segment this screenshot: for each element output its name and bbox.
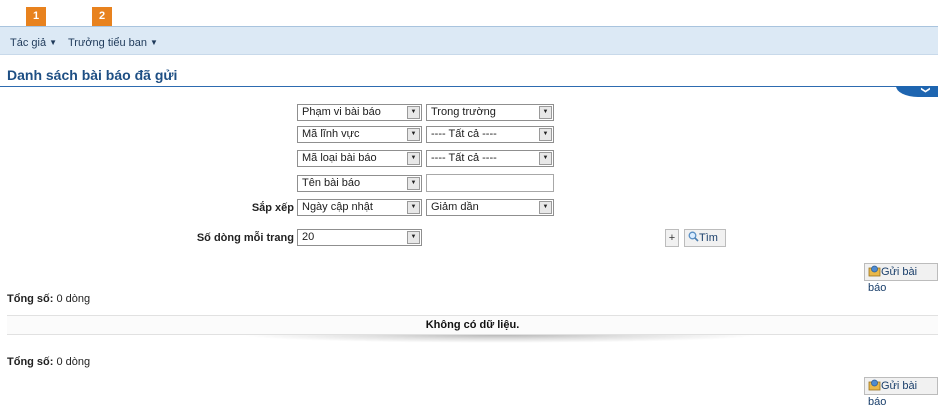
menu-truong-tieu-ban-label: Trưởng tiểu ban (68, 37, 147, 49)
total-label: Tổng số: (7, 293, 54, 305)
plus-icon: + (668, 232, 676, 244)
type-code-select[interactable]: Mã loại bài báo ▼ (297, 150, 422, 167)
page-title: Danh sách bài báo đã gửi (7, 67, 178, 83)
total-value: 0 dòng (56, 356, 91, 368)
add-button[interactable]: + (665, 229, 679, 247)
scope-field-select[interactable]: Phạm vi bài báo ▼ (297, 104, 422, 121)
submit-article-icon (868, 379, 881, 391)
empty-results-row: Không có dữ liệu. (7, 315, 938, 335)
field-code-select[interactable]: Mã lĩnh vực ▼ (297, 126, 422, 143)
chevron-down-icon: ▼ (49, 38, 57, 47)
step-badge-2: 2 (92, 7, 112, 26)
rows-per-page-label: Số dòng mỗi trang (196, 232, 294, 244)
sort-by-value: Ngày cập nhật (302, 201, 373, 213)
search-button[interactable]: Tìm (684, 229, 726, 247)
submit-article-button-top[interactable]: Gửi bài báo (864, 263, 938, 294)
dropdown-arrow-icon: ▼ (407, 106, 420, 119)
type-value-select[interactable]: ---- Tất cả ---- ▼ (426, 150, 554, 167)
title-divider (0, 86, 938, 87)
name-field-label: Tên bài báo (302, 177, 361, 189)
rows-per-page-select[interactable]: 20 ▼ (297, 229, 422, 246)
type-value-text: ---- Tất cả ---- (431, 152, 497, 164)
dropdown-arrow-icon: ▼ (539, 106, 552, 119)
chevron-down-icon: ▼ (150, 38, 158, 47)
field-value-text: ---- Tất cả ---- (431, 128, 497, 140)
table-shadow (240, 335, 760, 343)
scope-field-value: Phạm vi bài báo (302, 106, 381, 118)
sort-order-select[interactable]: Giảm dần ▼ (426, 199, 554, 216)
field-value-select[interactable]: ---- Tất cả ---- ▼ (426, 126, 554, 143)
search-button-label: Tìm (699, 232, 718, 244)
dropdown-arrow-icon: ▼ (407, 231, 420, 244)
menu-truong-tieu-ban[interactable]: Trưởng tiểu ban ▼ (68, 37, 158, 49)
sort-label: Sắp xếp (251, 202, 294, 214)
dropdown-arrow-icon: ▼ (407, 177, 420, 190)
total-count-bottom: Tổng số: 0 dòng (7, 356, 90, 368)
total-label: Tổng số: (7, 356, 54, 368)
scope-value-select[interactable]: Trong trường ▼ (426, 104, 554, 121)
search-icon (688, 231, 699, 242)
empty-message: Không có dữ liệu. (425, 319, 520, 331)
step-badge-1: 1 (26, 7, 46, 26)
rows-per-page-value: 20 (302, 231, 315, 243)
type-code-label: Mã loại bài báo (302, 152, 377, 164)
submit-article-icon (868, 265, 881, 277)
field-code-label: Mã lĩnh vực (302, 128, 360, 140)
submit-article-button-bottom[interactable]: Gửi bài báo (864, 377, 938, 408)
dropdown-arrow-icon: ▼ (407, 128, 420, 141)
dropdown-arrow-icon: ▼ (407, 152, 420, 165)
dropdown-arrow-icon: ▼ (539, 128, 552, 141)
menu-tac-gia[interactable]: Tác giả ▼ (10, 37, 57, 49)
sort-by-select[interactable]: Ngày cập nhật ▼ (297, 199, 422, 216)
total-count-top: Tổng số: 0 dòng (7, 293, 90, 305)
collapse-toggle[interactable]: ❯ (896, 86, 938, 97)
dropdown-arrow-icon: ▼ (539, 152, 552, 165)
sort-order-value: Giảm dần (431, 201, 479, 213)
chevron-down-icon: ❯ (920, 86, 931, 94)
dropdown-arrow-icon: ▼ (407, 201, 420, 214)
name-field-select[interactable]: Tên bài báo ▼ (297, 175, 422, 192)
dropdown-arrow-icon: ▼ (539, 201, 552, 214)
total-value: 0 dòng (56, 293, 91, 305)
name-search-input[interactable] (426, 174, 554, 192)
scope-value-text: Trong trường (431, 106, 496, 118)
menu-tac-gia-label: Tác giả (10, 37, 47, 49)
